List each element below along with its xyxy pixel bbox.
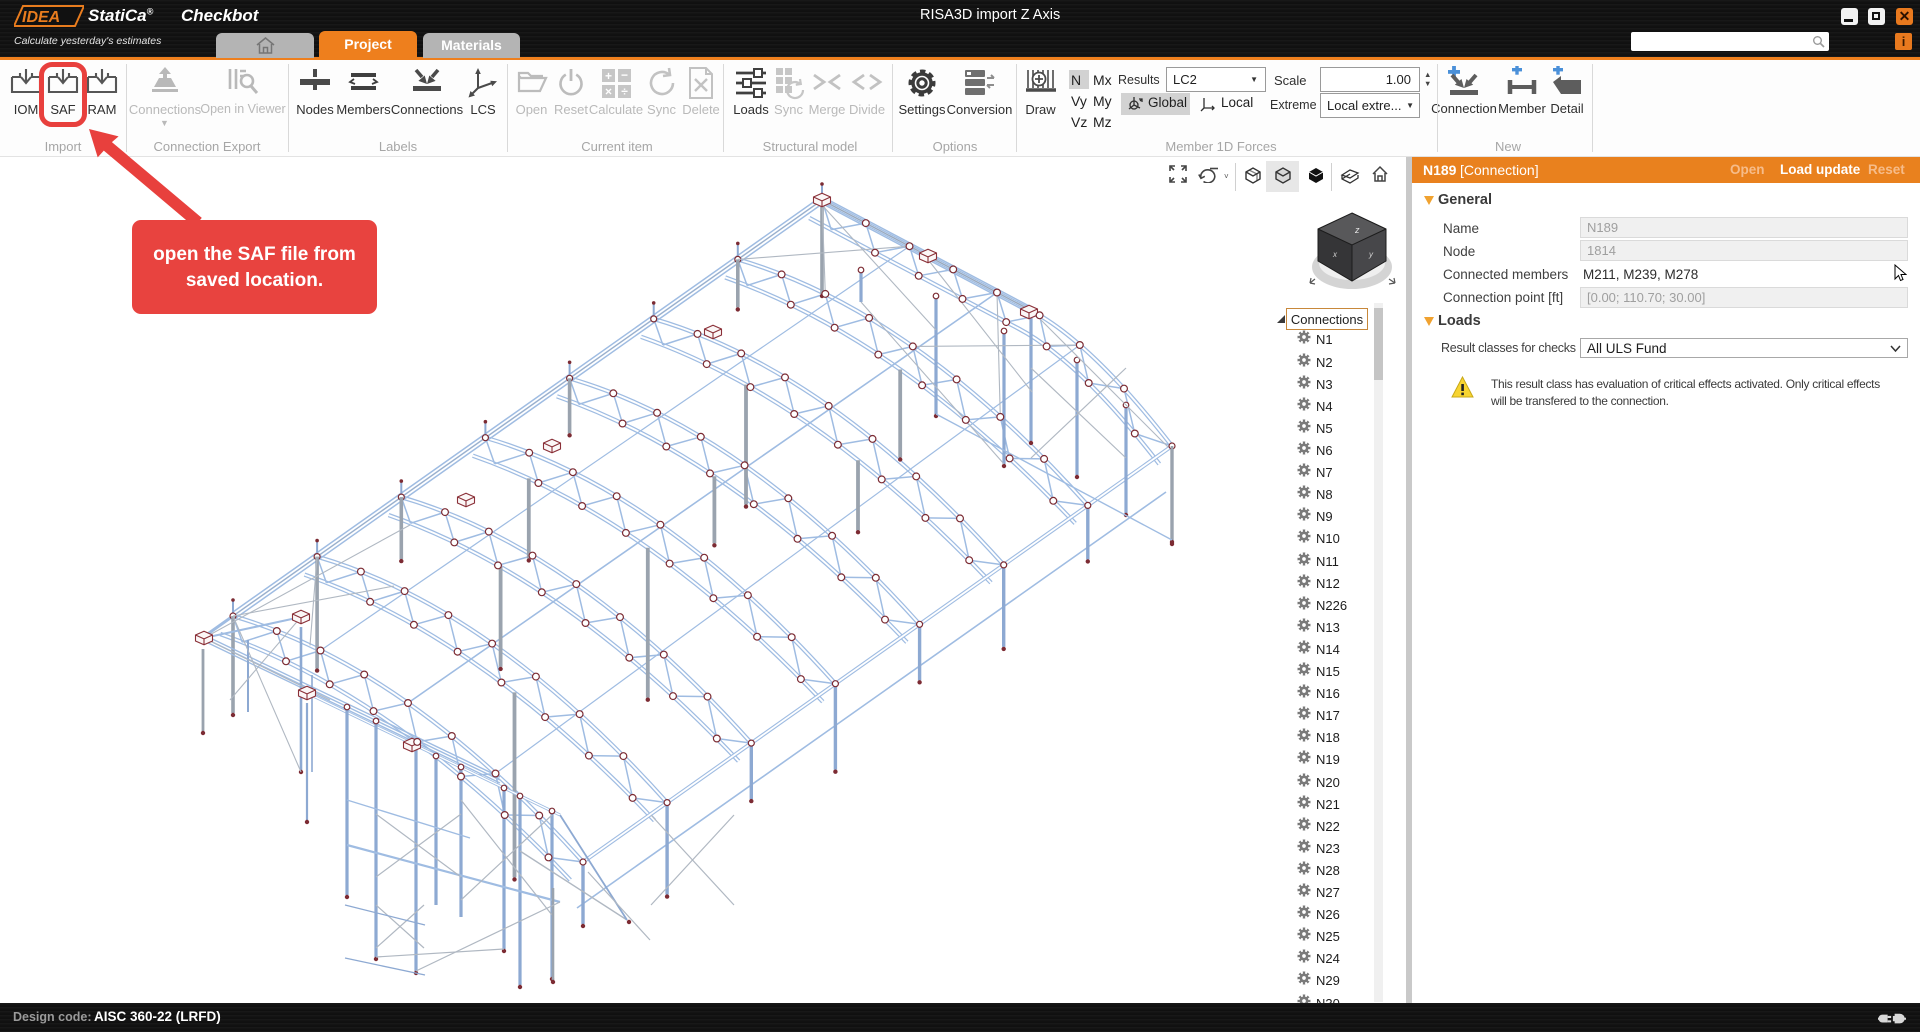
svg-text:+: + [605, 69, 612, 83]
svg-text:z: z [1354, 225, 1360, 235]
svg-text:×: × [605, 85, 612, 99]
svg-text:−: − [621, 68, 628, 82]
svg-text:÷: ÷ [621, 85, 628, 99]
svg-text:IDEA: IDEA [22, 9, 60, 26]
